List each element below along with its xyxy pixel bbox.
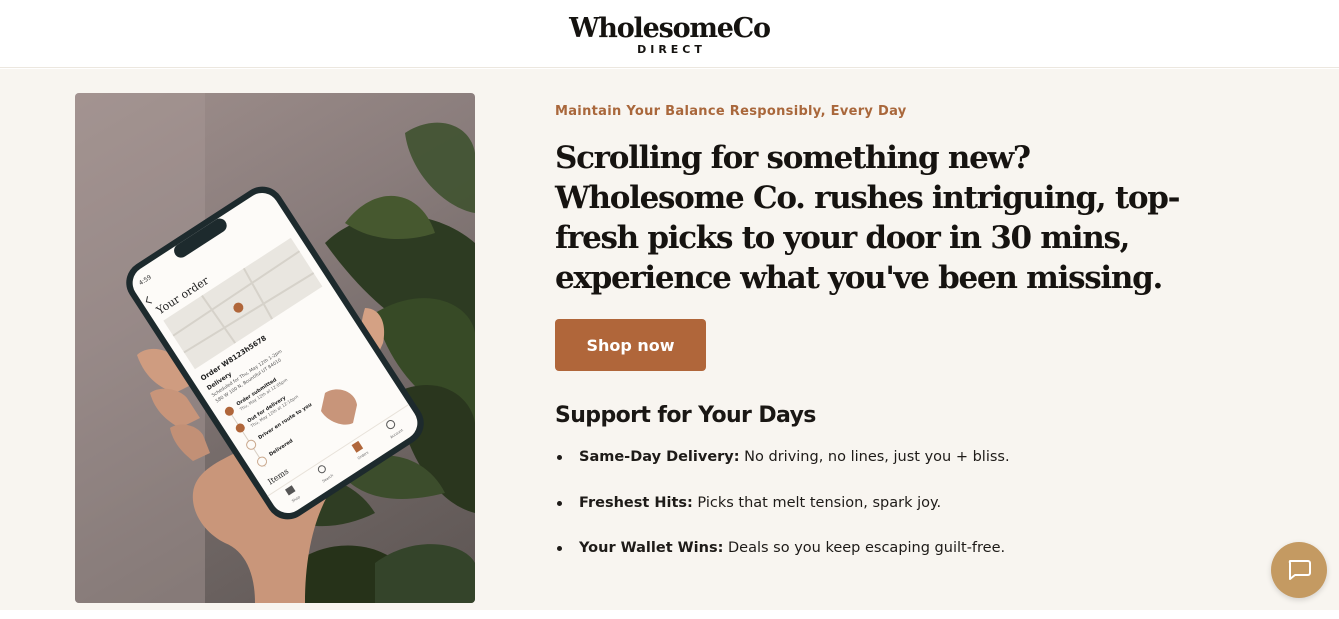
feature-list: Same-Day Delivery: No driving, no lines,… — [555, 447, 1010, 584]
hero-photo: 4:59 Your order Order W8123h5678 Deliver… — [75, 93, 475, 603]
feature-text: No driving, no lines, just you + bliss. — [739, 449, 1010, 465]
feature-label: Freshest Hits: — [579, 494, 693, 511]
shop-now-button[interactable]: Shop now — [555, 319, 706, 371]
chat-icon — [1288, 560, 1311, 580]
feature-text: Picks that melt tension, spark joy. — [692, 494, 942, 511]
feature-label: Same-Day Delivery: — [579, 449, 740, 465]
feature-label: Your Wallet Wins: — [579, 540, 724, 556]
feature-item: Your Wallet Wins: Deals so you keep esca… — [555, 538, 1010, 584]
hand-holding-phone-image: 4:59 Your order Order W8123h5678 Deliver… — [75, 93, 475, 603]
chat-button[interactable] — [1271, 542, 1327, 598]
logo[interactable]: WholesomeCo — [569, 15, 771, 43]
hero-headline: Scrolling for something new? Wholesome C… — [555, 140, 1180, 296]
page-bottom-strip — [0, 610, 1339, 619]
feature-text: Deals so you keep escaping guilt-free. — [723, 540, 1006, 556]
feature-item: Same-Day Delivery: No driving, no lines,… — [555, 447, 1010, 493]
site-header: WholesomeCo DIRECT — [0, 0, 1339, 68]
logo-subtitle: DIRECT — [637, 43, 706, 56]
feature-item: Freshest Hits: Picks that melt tension, … — [555, 493, 1010, 539]
hero-section: 4:59 Your order Order W8123h5678 Deliver… — [0, 69, 1339, 610]
support-title: Support for Your Days — [555, 403, 816, 428]
hero-eyebrow: Maintain Your Balance Responsibly, Every… — [555, 104, 907, 119]
